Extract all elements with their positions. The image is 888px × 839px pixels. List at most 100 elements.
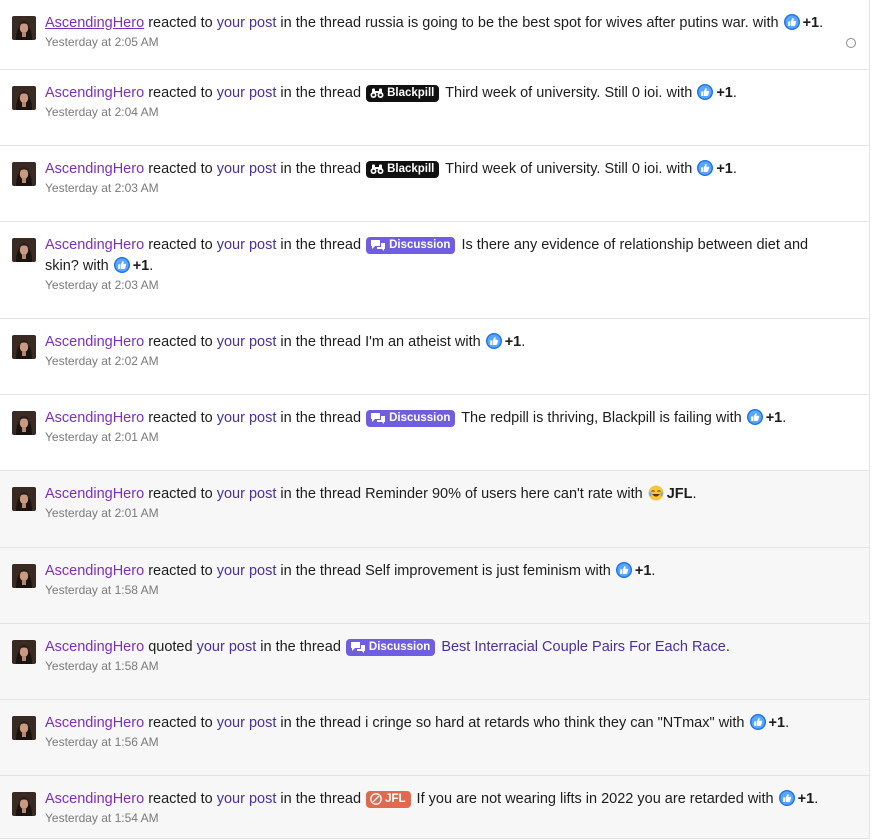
username-link[interactable]: AscendingHero — [45, 161, 144, 177]
like-reaction-icon — [486, 333, 502, 349]
avatar[interactable] — [12, 792, 36, 816]
username-link[interactable]: AscendingHero — [45, 334, 144, 350]
avatar[interactable] — [12, 564, 36, 588]
alert-item[interactable]: AscendingHero reacted to your post in th… — [0, 146, 869, 222]
action-text: quoted — [148, 639, 193, 655]
reaction-label: +1 — [802, 15, 820, 31]
reaction-label: +1 — [797, 791, 815, 807]
username-link[interactable]: AscendingHero — [45, 410, 144, 426]
action-text: reacted to — [148, 161, 213, 177]
alert-item[interactable]: AscendingHero reacted to your post in th… — [0, 395, 869, 471]
with-text: with — [747, 791, 774, 807]
username-link[interactable]: AscendingHero — [45, 639, 144, 655]
thread-link[interactable]: russia is going to be the best spot for … — [365, 15, 749, 31]
username-link[interactable]: AscendingHero — [45, 15, 144, 31]
reaction-label: +1 — [504, 334, 522, 350]
reaction-label: JFL — [666, 486, 693, 502]
thread-intro-text: in the thread — [280, 161, 362, 177]
thread-link[interactable]: Reminder 90% of users here can't rate — [365, 486, 613, 502]
alert-item[interactable]: AscendingHero reacted to your post in th… — [0, 776, 869, 839]
alert-list: AscendingHero reacted to your post in th… — [0, 0, 870, 839]
thread-link[interactable]: Best Interracial Couple Pairs For Each R… — [441, 639, 726, 655]
alert-timestamp: Yesterday at 2:01 AM — [45, 430, 159, 444]
alert-timestamp: Yesterday at 2:03 AM — [45, 278, 159, 292]
alert-timestamp: Yesterday at 2:03 AM — [45, 181, 159, 195]
your-post-link[interactable]: your post — [217, 334, 277, 350]
action-text: reacted to — [148, 85, 213, 101]
thread-link[interactable]: The redpill is thriving, Blackpill is fa… — [461, 410, 712, 426]
with-text: with — [454, 334, 481, 350]
avatar[interactable] — [12, 238, 36, 262]
thread-link[interactable]: Self improvement is just feminism — [365, 563, 581, 579]
alert-item[interactable]: AscendingHero reacted to your post in th… — [0, 700, 869, 776]
your-post-link[interactable]: your post — [217, 486, 277, 502]
action-text: reacted to — [148, 715, 213, 731]
thread-link[interactable]: I'm an atheist — [365, 334, 451, 350]
avatar[interactable] — [12, 640, 36, 664]
your-post-link[interactable]: your post — [217, 85, 277, 101]
avatar[interactable] — [12, 716, 36, 740]
alert-item[interactable]: AscendingHero reacted to your post in th… — [0, 222, 869, 319]
your-post-link[interactable]: your post — [217, 715, 277, 731]
with-text: with — [752, 15, 779, 31]
prefix-text: Discussion — [389, 239, 451, 251]
alert-item[interactable]: AscendingHero quoted your post in the th… — [0, 624, 869, 700]
your-post-link[interactable]: your post — [217, 563, 277, 579]
discussion-prefix-label: Discussion — [366, 237, 456, 254]
your-post-link[interactable]: your post — [217, 161, 277, 177]
blackpill-prefix-label: Blackpill — [366, 161, 440, 178]
username-link[interactable]: AscendingHero — [45, 486, 144, 502]
avatar[interactable] — [12, 16, 36, 40]
avatar[interactable] — [12, 162, 36, 186]
your-post-link[interactable]: your post — [217, 791, 277, 807]
avatar[interactable] — [12, 86, 36, 110]
discussion-prefix-label: Discussion — [366, 410, 456, 427]
your-post-link[interactable]: your post — [197, 639, 257, 655]
your-post-link[interactable]: your post — [217, 237, 277, 253]
username-link[interactable]: AscendingHero — [45, 563, 144, 579]
alert-item[interactable]: AscendingHero reacted to your post in th… — [0, 0, 869, 70]
your-post-link[interactable]: your post — [217, 15, 277, 31]
reaction-label: +1 — [132, 258, 150, 274]
alert-timestamp: Yesterday at 1:58 AM — [45, 583, 159, 597]
like-reaction-icon — [784, 14, 800, 30]
alert-item[interactable]: AscendingHero reacted to your post in th… — [0, 319, 869, 395]
like-reaction-icon — [697, 84, 713, 100]
your-post-link[interactable]: your post — [217, 410, 277, 426]
alert-text: AscendingHero quoted your post in the th… — [45, 639, 730, 656]
alert-item[interactable]: AscendingHero reacted to your post in th… — [0, 70, 869, 146]
alert-item[interactable]: AscendingHero reacted to your post in th… — [0, 548, 869, 624]
action-text: reacted to — [148, 410, 213, 426]
alert-text: AscendingHero reacted to your post in th… — [45, 410, 787, 427]
alert-text: AscendingHero reacted to your post in th… — [45, 562, 656, 579]
mark-read-toggle[interactable] — [846, 38, 856, 48]
avatar[interactable] — [12, 487, 36, 511]
alert-text: AscendingHero reacted to your post in th… — [45, 333, 526, 350]
like-reaction-icon — [750, 714, 766, 730]
prefix-text: Blackpill — [387, 87, 435, 99]
thread-intro-text: in the thread — [280, 15, 362, 31]
thread-link[interactable]: i cringe so hard at retards who think th… — [365, 715, 715, 731]
with-text: with — [666, 85, 693, 101]
username-link[interactable]: AscendingHero — [45, 791, 144, 807]
thread-link[interactable]: Third week of university. Still 0 ioi. — [445, 85, 662, 101]
alert-timestamp: Yesterday at 1:54 AM — [45, 811, 159, 825]
action-text: reacted to — [148, 563, 213, 579]
reaction-label: +1 — [716, 161, 733, 177]
jfl-prefix-label: JFL — [366, 791, 411, 808]
like-reaction-icon — [616, 562, 632, 578]
thread-link[interactable]: If you are not wearing lifts in 2022 you… — [417, 791, 744, 807]
avatar[interactable] — [12, 411, 36, 435]
discussion-prefix-label: Discussion — [345, 639, 436, 656]
username-link[interactable]: AscendingHero — [45, 715, 144, 731]
username-link[interactable]: AscendingHero — [45, 237, 144, 253]
alert-item[interactable]: AscendingHero reacted to your post in th… — [0, 471, 869, 548]
action-text: reacted to — [148, 334, 213, 350]
thread-link[interactable]: Third week of university. Still 0 ioi. — [445, 161, 662, 177]
with-text: with — [616, 486, 643, 502]
alert-timestamp: Yesterday at 2:05 AM — [45, 35, 159, 49]
username-link[interactable]: AscendingHero — [45, 85, 144, 101]
avatar[interactable] — [12, 335, 36, 359]
no-sign-icon — [370, 793, 382, 805]
reaction-label: +1 — [765, 410, 783, 426]
